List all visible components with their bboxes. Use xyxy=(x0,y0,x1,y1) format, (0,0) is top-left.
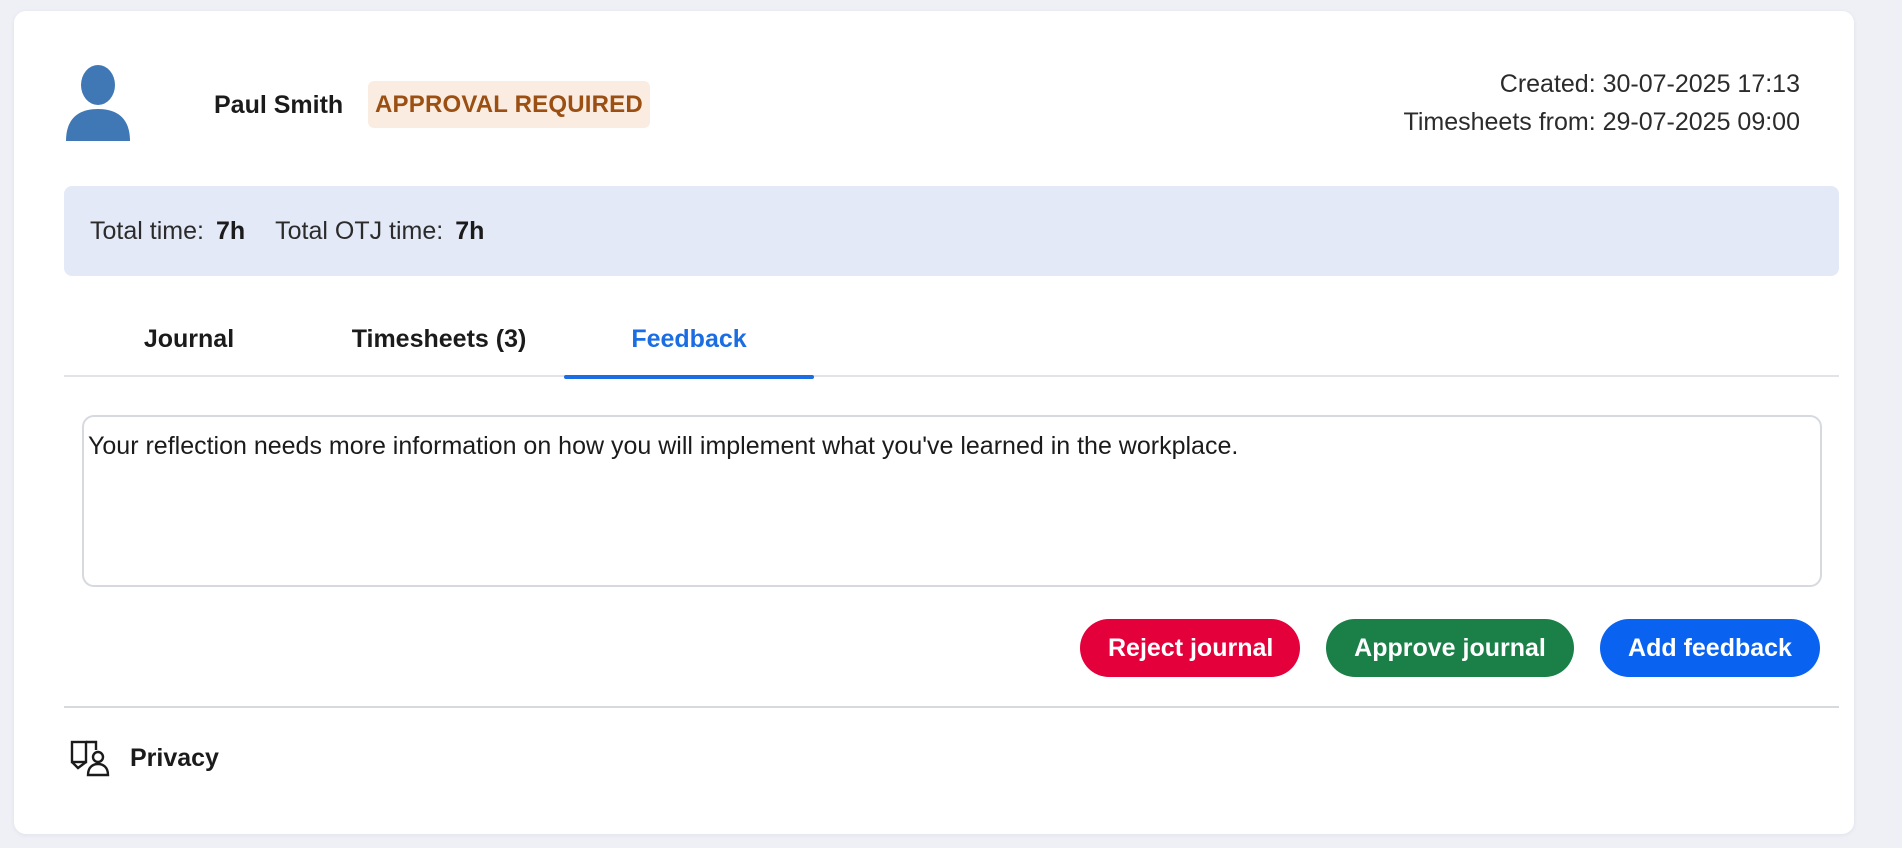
journal-meta: Created: 30-07-2025 17:13 Timesheets fro… xyxy=(1403,65,1800,141)
status-badge: APPROVAL REQUIRED xyxy=(368,81,650,128)
total-otj-value: 7h xyxy=(455,216,485,245)
approve-journal-button[interactable]: Approve journal xyxy=(1326,619,1574,677)
totals-bar: Total time: 7h Total OTJ time: 7h xyxy=(64,186,1839,276)
journal-actions: Reject journal Approve journal Add feedb… xyxy=(1080,619,1820,677)
total-otj-label: Total OTJ time: xyxy=(275,216,444,245)
add-feedback-button[interactable]: Add feedback xyxy=(1600,619,1820,677)
total-otj-time: Total OTJ time: 7h xyxy=(275,217,484,246)
privacy-label: Privacy xyxy=(130,743,219,772)
tab-timesheets[interactable]: Timesheets (3) xyxy=(314,305,564,377)
privacy-icon xyxy=(70,740,110,777)
user-name: Paul Smith xyxy=(214,91,344,119)
created-date: Created: 30-07-2025 17:13 xyxy=(1499,70,1800,98)
feedback-textarea[interactable]: Your reflection needs more information o… xyxy=(82,415,1822,587)
reject-journal-button[interactable]: Reject journal xyxy=(1080,619,1300,677)
total-time-label: Total time: xyxy=(90,216,204,245)
privacy-link[interactable]: Privacy xyxy=(70,738,219,778)
person-silhouette-icon xyxy=(66,65,130,141)
tab-bar: Journal Timesheets (3) Feedback xyxy=(64,305,1839,379)
journal-card: Paul Smith APPROVAL REQUIRED Created: 30… xyxy=(14,11,1854,834)
timesheets-from-date: Timesheets from: 29-07-2025 09:00 xyxy=(1403,108,1800,136)
total-time: Total time: 7h xyxy=(90,217,245,246)
tab-journal[interactable]: Journal xyxy=(64,305,314,377)
footer-divider xyxy=(64,706,1839,708)
total-time-value: 7h xyxy=(215,216,246,245)
tab-feedback[interactable]: Feedback xyxy=(564,305,814,379)
